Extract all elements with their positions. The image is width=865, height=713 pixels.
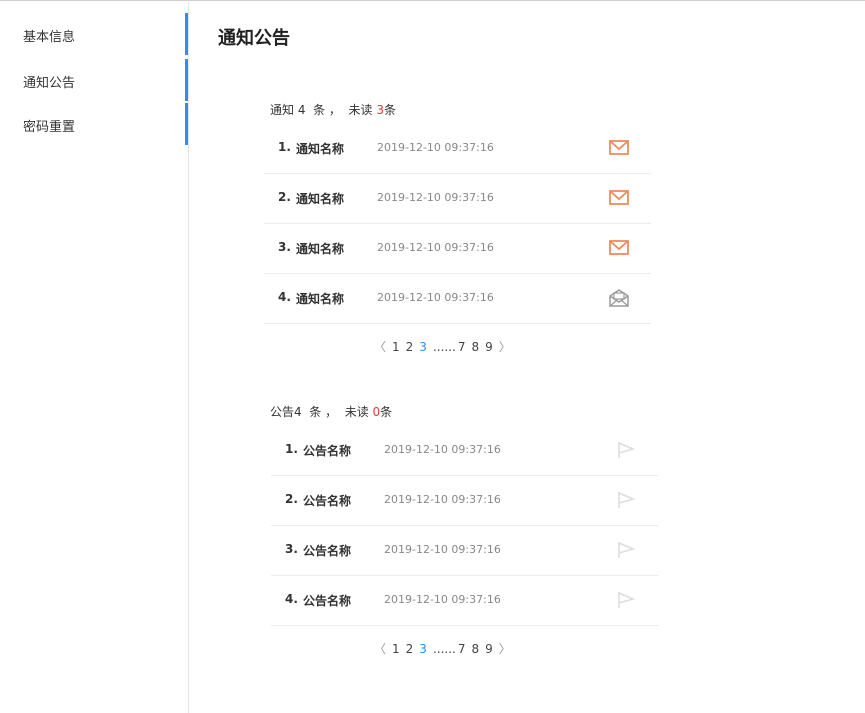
notice-name[interactable]: 通知名称 [296,190,344,207]
pagination-prev-button[interactable]: 〈 [374,640,386,657]
sidebar-active-bar [185,13,188,55]
announcement-row[interactable]: 1. 公告名称 2019-12-10 09:37:16 [271,426,658,476]
announcement-time: 2019-12-10 09:37:16 [384,593,501,606]
notice-summary-suffix: 条 [383,103,396,117]
sidebar-item-label: 密码重置 [23,120,76,135]
sidebar-active-bar [185,59,188,101]
row-number: 4. [278,290,291,304]
notice-row[interactable]: 2. 通知名称 2019-12-10 09:37:16 [264,174,651,224]
notice-list: 1. 通知名称 2019-12-10 09:37:16 2. 通知名称 2019… [264,124,651,324]
flag-icon[interactable] [615,490,637,510]
flag-icon[interactable] [615,440,637,460]
notice-time: 2019-12-10 09:37:16 [377,191,494,204]
notice-name[interactable]: 通知名称 [296,290,344,307]
announcement-name[interactable]: 公告名称 [303,542,351,559]
flag-icon[interactable] [615,590,637,610]
sidebar-item-label: 通知公告 [23,76,76,91]
announcement-time: 2019-12-10 09:37:16 [384,443,501,456]
notice-summary: 通知 4 条 ， 未读 3条 [270,101,396,118]
announcement-row[interactable]: 2. 公告名称 2019-12-10 09:37:16 [271,476,658,526]
announcement-name[interactable]: 公告名称 [303,492,351,509]
row-number: 1. [278,140,291,154]
page-button[interactable]: 8 [471,340,479,354]
notice-time: 2019-12-10 09:37:16 [377,241,494,254]
notice-row[interactable]: 4. 通知名称 2019-12-10 09:37:16 [264,274,651,324]
page-button[interactable]: 2 [406,340,414,354]
announcement-time: 2019-12-10 09:37:16 [384,493,501,506]
flag-icon[interactable] [615,540,637,560]
row-number: 3. [285,542,298,556]
page-button[interactable]: 9 [485,340,493,354]
page-button[interactable]: 8 [471,642,479,656]
announcement-row[interactable]: 4. 公告名称 2019-12-10 09:37:16 [271,576,658,626]
announcement-pagination: 〈 1 2 3...... 7 8 9 〉 [374,640,517,657]
announcement-row[interactable]: 3. 公告名称 2019-12-10 09:37:16 [271,526,658,576]
pagination-next-button[interactable]: 〉 [499,338,511,355]
mail-unread-icon[interactable] [608,238,630,258]
announcement-time: 2019-12-10 09:37:16 [384,543,501,556]
page-title: 通知公告 [218,28,290,49]
page-button-current[interactable]: 3 [419,642,427,656]
pagination-prev-button[interactable]: 〈 [374,338,386,355]
page-button[interactable]: 2 [406,642,414,656]
sidebar-item-notices[interactable]: 通知公告 [0,59,188,101]
sidebar-item-basic-info[interactable]: 基本信息 [0,13,188,55]
page-button[interactable]: 1 [392,340,400,354]
announcement-name[interactable]: 公告名称 [303,592,351,609]
notice-summary-prefix: 通知 4 条 ， 未读 [270,103,377,117]
notice-pagination: 〈 1 2 3...... 7 8 9 〉 [374,338,517,355]
notice-name[interactable]: 通知名称 [296,240,344,257]
row-number: 2. [285,492,298,506]
row-number: 1. [285,442,298,456]
row-number: 4. [285,592,298,606]
notice-time: 2019-12-10 09:37:16 [377,141,494,154]
notice-time: 2019-12-10 09:37:16 [377,291,494,304]
page-ellipsis: ...... [432,642,456,656]
notice-name[interactable]: 通知名称 [296,140,344,157]
announcement-summary-prefix: 公告4 条 ， 未读 [270,405,373,419]
announcement-summary: 公告4 条 ， 未读 0条 [270,403,392,420]
page-button[interactable]: 1 [392,642,400,656]
announcement-list: 1. 公告名称 2019-12-10 09:37:16 2. 公告名称 2019… [271,426,658,626]
page-ellipsis: ...... [432,340,456,354]
page-button[interactable]: 7 [458,340,466,354]
sidebar: 基本信息 通知公告 密码重置 [0,0,189,713]
page-button[interactable]: 9 [485,642,493,656]
announcement-name[interactable]: 公告名称 [303,442,351,459]
sidebar-item-label: 基本信息 [23,30,76,45]
sidebar-item-password-reset[interactable]: 密码重置 [0,103,188,145]
pagination-next-button[interactable]: 〉 [499,640,511,657]
notice-unread-count: 3 [376,103,384,117]
page-button[interactable]: 7 [458,642,466,656]
mail-unread-icon[interactable] [608,188,630,208]
mail-read-icon[interactable] [608,288,630,308]
notice-row[interactable]: 3. 通知名称 2019-12-10 09:37:16 [264,224,651,274]
page-button-current[interactable]: 3 [419,340,427,354]
sidebar-active-bar [185,103,188,145]
mail-unread-icon[interactable] [608,138,630,158]
notice-row[interactable]: 1. 通知名称 2019-12-10 09:37:16 [264,124,651,174]
announcement-summary-suffix: 条 [380,405,393,419]
row-number: 2. [278,190,291,204]
row-number: 3. [278,240,291,254]
